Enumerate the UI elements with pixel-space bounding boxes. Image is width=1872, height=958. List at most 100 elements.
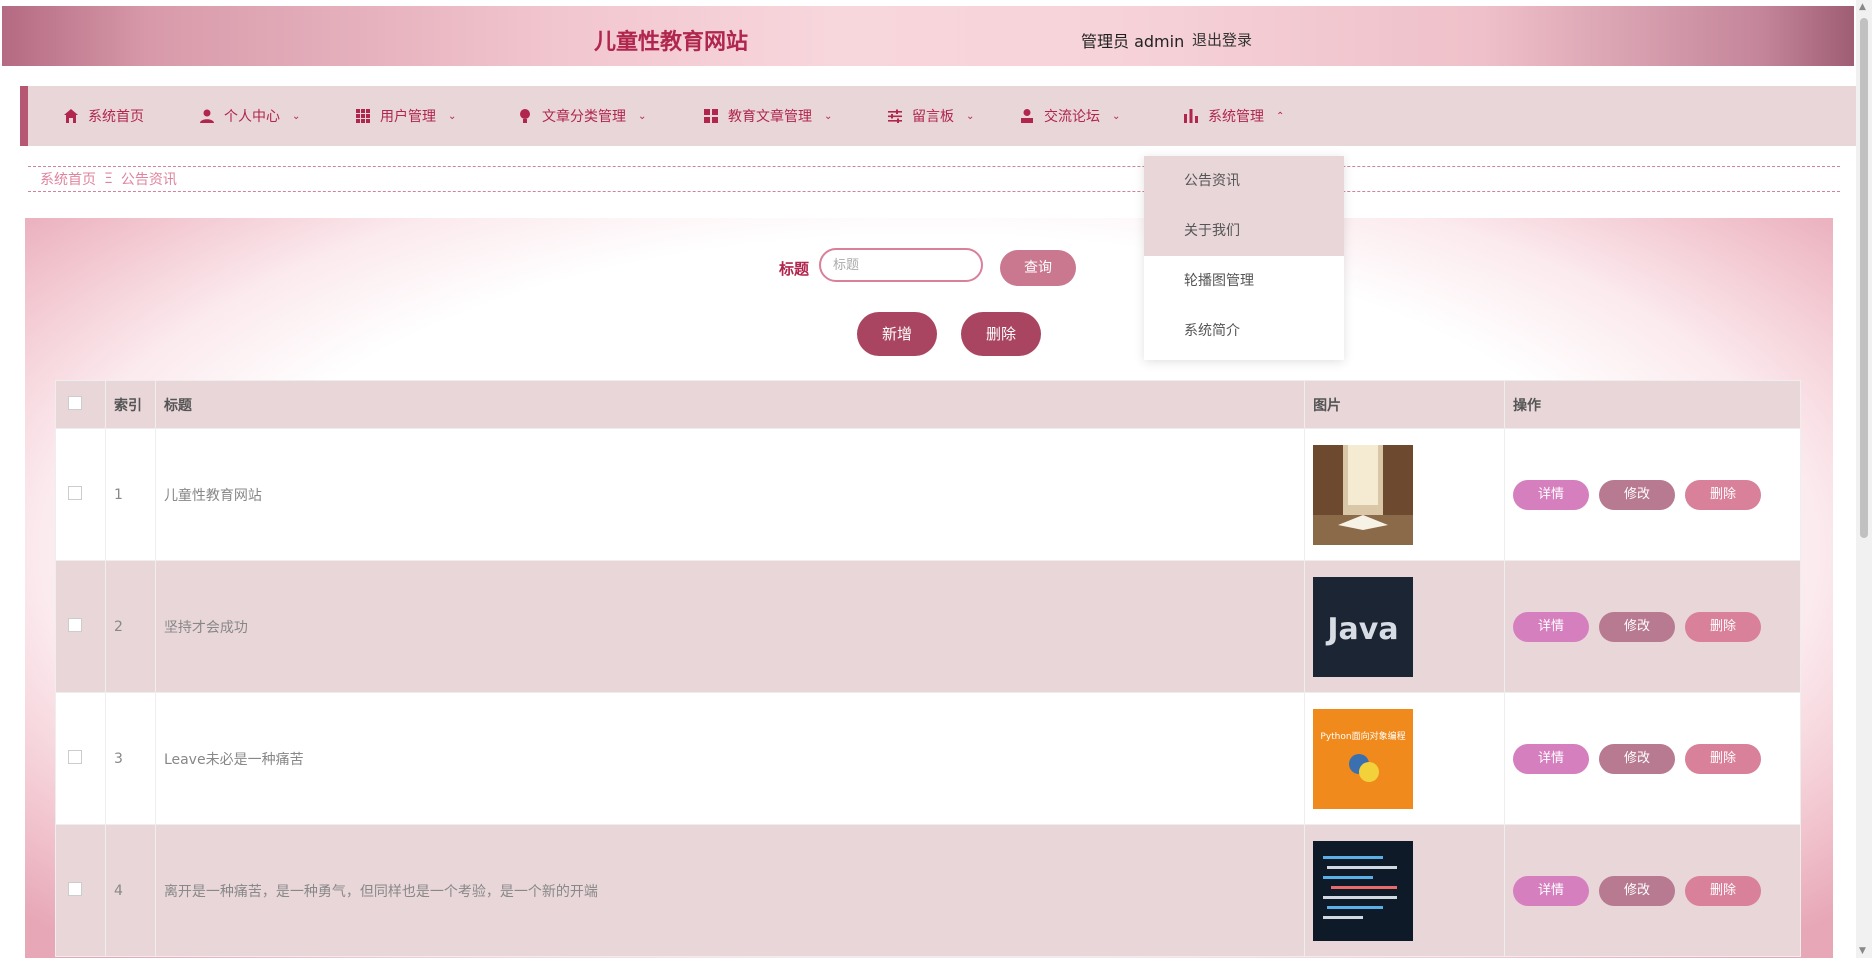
bar-chart-icon [1182, 107, 1200, 125]
announcements-table: 索引 标题 图片 操作 1 儿童性教育网站 详情 修改 删除 2 坚持才会成功 … [55, 380, 1802, 957]
nav-label: 系统管理 [1208, 109, 1264, 125]
site-title: 儿童性教育网站 [594, 30, 749, 55]
menu-item-system-intro[interactable]: 系统简介 [1144, 306, 1344, 356]
select-all-cell [55, 380, 106, 429]
chevron-down-icon: ⌄ [966, 110, 975, 122]
nav-item-users[interactable]: 用户管理 ⌄ [354, 86, 456, 146]
chevron-down-icon: ⌄ [638, 110, 647, 122]
add-button[interactable]: 新增 [857, 312, 937, 356]
nav-label: 文章分类管理 [542, 109, 626, 125]
bulb-icon [516, 107, 534, 125]
breadcrumb-current: 公告资讯 [120, 172, 177, 188]
title-search-input[interactable] [819, 248, 983, 282]
scrollbar-thumb[interactable] [1860, 18, 1868, 538]
search-label: 标题 [779, 260, 810, 278]
row-title: 坚持才会成功 [154, 560, 1306, 693]
main-content: 标题 查询 新增 删除 索引 标题 图片 操作 1 儿童性教育网站 [25, 218, 1833, 958]
row-actions: 详情 修改 删除 [1512, 479, 1799, 510]
table-row: 2 坚持才会成功 Java 详情 修改 删除 [55, 560, 1802, 693]
grid-icon [354, 107, 372, 125]
table-row: 3 Leave未必是一种痛苦 Python面向对象编程 详情 修改 删除 [55, 692, 1802, 825]
nav-item-messages[interactable]: 留言板 ⌄ [886, 86, 974, 146]
row-title: 离开是一种痛苦，是一种勇气，但同样也是一个考验，是一个新的开端 [154, 824, 1306, 957]
python-book-image: Python面向对象编程 [1313, 708, 1414, 809]
row-title: Leave未必是一种痛苦 [154, 692, 1306, 825]
nav-label: 用户管理 [380, 109, 436, 125]
top-nav: 系统首页 个人中心 ⌄ 用户管理 ⌄ 文章分类管理 ⌄ 教育文章管理 ⌄ 留言板… [20, 86, 1864, 146]
delete-button[interactable]: 删除 [1684, 611, 1761, 642]
menu-item-announcements[interactable]: 公告资讯 [1144, 156, 1344, 206]
detail-button[interactable]: 详情 [1512, 743, 1589, 774]
apps-icon [702, 107, 720, 125]
row-index: 4 [104, 824, 156, 957]
delete-button[interactable]: 删除 [1684, 479, 1761, 510]
breadcrumb-home[interactable]: 系统首页 [40, 169, 96, 189]
chevron-down-icon: ⌄ [1112, 110, 1121, 122]
svg-text:Java: Java [1325, 612, 1398, 647]
svg-text:Python面向对象编程: Python面向对象编程 [1320, 730, 1405, 742]
row-checkbox[interactable] [68, 617, 82, 632]
column-header-image: 图片 [1304, 380, 1505, 429]
table-row: 4 离开是一种痛苦，是一种勇气，但同样也是一个考验，是一个新的开端 详情 修改 … [55, 824, 1802, 957]
edit-button[interactable]: 修改 [1598, 479, 1675, 510]
nav-item-article-category[interactable]: 文章分类管理 ⌄ [516, 86, 646, 146]
nav-item-home[interactable]: 系统首页 [62, 86, 144, 146]
nav-label: 个人中心 [224, 109, 280, 125]
java-image: Java [1313, 576, 1414, 677]
select-all-checkbox[interactable] [68, 395, 82, 410]
row-title: 儿童性教育网站 [154, 428, 1306, 561]
menu-item-carousel[interactable]: 轮播图管理 [1144, 256, 1344, 306]
row-checkbox[interactable] [68, 485, 82, 500]
row-checkbox[interactable] [68, 749, 82, 764]
system-dropdown-menu: 公告资讯 关于我们 轮播图管理 系统简介 [1144, 156, 1344, 360]
chevron-up-icon: ⌃ [1276, 110, 1285, 122]
column-header-title: 标题 [154, 380, 1306, 429]
nav-item-forum[interactable]: 交流论坛 ⌄ [1018, 86, 1120, 146]
query-button[interactable]: 查询 [1000, 250, 1076, 286]
chevron-down-icon: ⌄ [292, 110, 301, 122]
detail-button[interactable]: 详情 [1512, 479, 1589, 510]
edit-button[interactable]: 修改 [1598, 611, 1675, 642]
nav-item-articles[interactable]: 教育文章管理 ⌄ [702, 86, 832, 146]
column-header-ops: 操作 [1503, 380, 1802, 429]
delete-button[interactable]: 删除 [1684, 875, 1761, 906]
batch-delete-button[interactable]: 删除 [961, 312, 1041, 356]
table-row: 1 儿童性教育网站 详情 修改 删除 [55, 428, 1802, 561]
row-actions: 详情 修改 删除 [1512, 875, 1799, 906]
detail-button[interactable]: 详情 [1512, 875, 1589, 906]
nav-label: 留言板 [912, 109, 954, 125]
scroll-up-icon[interactable]: ▲ [1859, 2, 1866, 12]
row-actions: 详情 修改 删除 [1512, 743, 1799, 774]
delete-button[interactable]: 删除 [1684, 743, 1761, 774]
nav-label: 教育文章管理 [728, 109, 812, 125]
person-icon [1018, 107, 1036, 125]
scroll-down-icon[interactable]: ▼ [1859, 946, 1866, 956]
chevron-down-icon: ⌄ [448, 110, 457, 122]
row-actions: 详情 修改 删除 [1512, 611, 1799, 642]
nav-item-system[interactable]: 系统管理 ⌃ [1182, 86, 1284, 146]
breadcrumb: 系统首页 Ξ 公告资讯 [28, 166, 1840, 192]
sliders-icon [886, 107, 904, 125]
table-header-row: 索引 标题 图片 操作 [55, 380, 1802, 429]
nav-label: 系统首页 [88, 109, 144, 125]
menu-item-about-us[interactable]: 关于我们 [1144, 206, 1344, 256]
code-screen-image [1313, 840, 1414, 941]
user-icon [198, 107, 216, 125]
row-index: 2 [104, 560, 156, 693]
row-index: 3 [104, 692, 156, 825]
user-label: 管理员 admin [1081, 32, 1185, 51]
detail-button[interactable]: 详情 [1512, 611, 1589, 642]
edit-button[interactable]: 修改 [1598, 743, 1675, 774]
header-banner: 儿童性教育网站 管理员 admin 退出登录 [2, 6, 1854, 66]
chevron-down-icon: ⌄ [824, 110, 833, 122]
row-checkbox[interactable] [68, 881, 82, 896]
row-index: 1 [104, 428, 156, 561]
column-header-index: 索引 [104, 380, 156, 429]
nav-item-profile[interactable]: 个人中心 ⌄ [198, 86, 300, 146]
breadcrumb-separator: Ξ [104, 171, 113, 187]
page-scrollbar[interactable]: ▲ ▼ [1856, 0, 1872, 958]
logout-link[interactable]: 退出登录 [1192, 29, 1252, 50]
edit-button[interactable]: 修改 [1598, 875, 1675, 906]
library-book-image [1313, 444, 1414, 545]
home-icon [62, 107, 80, 125]
